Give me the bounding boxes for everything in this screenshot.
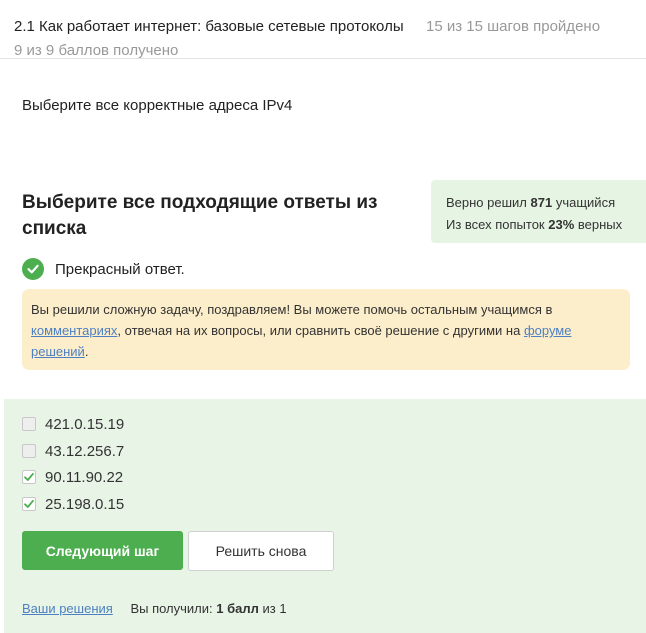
checkbox[interactable] [22, 417, 36, 431]
question-text: Выберите все корректные адреса IPv4 [22, 97, 293, 114]
option-label: 90.11.90.22 [45, 468, 124, 486]
checkbox[interactable] [22, 444, 36, 458]
footer-row: Ваши решения Вы получили: 1 балл из 1 [22, 601, 287, 616]
result-text: Прекрасный ответ. [55, 260, 185, 278]
option-2[interactable]: 43.12.256.7 [22, 441, 124, 461]
notice-text-2: , отвечая на их вопросы, или сравнить св… [117, 323, 524, 338]
solved-suffix: учащийся [555, 195, 616, 210]
attempts-stat: Из всех попыток 23% верных [446, 214, 646, 236]
comments-link[interactable]: комментариях [31, 323, 117, 338]
lesson-progress: 15 из 15 шагов пройдено [426, 18, 601, 35]
received-prefix: Вы получили: [130, 601, 213, 616]
checkmark-icon [24, 499, 34, 508]
option-label: 25.198.0.15 [45, 495, 125, 513]
lesson-header: 2.1 Как работает интернет: базовые сетев… [0, 0, 646, 59]
checkbox-checked[interactable] [22, 497, 36, 511]
received-value: 1 балл [216, 601, 259, 616]
solved-stat: Верно решил 871 учащийся [446, 192, 646, 214]
checkbox-checked[interactable] [22, 470, 36, 484]
answer-panel: 421.0.15.19 43.12.256.7 90.11.90.22 25.1… [4, 399, 646, 633]
option-1[interactable]: 421.0.15.19 [22, 414, 124, 434]
solved-prefix: Верно решил [446, 195, 527, 210]
option-label: 421.0.15.19 [45, 415, 125, 433]
checkmark-icon [24, 472, 34, 481]
retry-button[interactable]: Решить снова [188, 531, 334, 571]
lesson-title[interactable]: 2.1 Как работает интернет: базовые сетев… [14, 18, 404, 35]
lesson-score: 9 из 9 баллов получено [14, 42, 179, 59]
option-3[interactable]: 90.11.90.22 [22, 467, 123, 487]
your-solutions-link[interactable]: Ваши решения [22, 601, 113, 616]
option-label: 43.12.256.7 [45, 442, 125, 460]
attempts-prefix: Из всех попыток [446, 217, 545, 232]
instruction-heading: Выберите все подходящие ответы из списка [22, 192, 378, 239]
attempts-suffix: верных [577, 217, 623, 232]
congrats-notice: Вы решили сложную задачу, поздравляем! В… [22, 289, 630, 370]
received-suffix: из 1 [262, 601, 287, 616]
option-4[interactable]: 25.198.0.15 [22, 494, 124, 514]
result-row: Прекрасный ответ. [22, 257, 185, 281]
next-step-button[interactable]: Следующий шаг [22, 531, 183, 570]
attempts-percent: 23% [548, 217, 575, 232]
solved-count: 871 [530, 195, 553, 210]
notice-text-1: Вы решили сложную задачу, поздравляем! В… [31, 302, 553, 317]
notice-text-3: . [84, 344, 89, 359]
stats-box: Верно решил 871 учащийся Из всех попыток… [431, 180, 646, 243]
check-circle-icon [22, 258, 44, 280]
